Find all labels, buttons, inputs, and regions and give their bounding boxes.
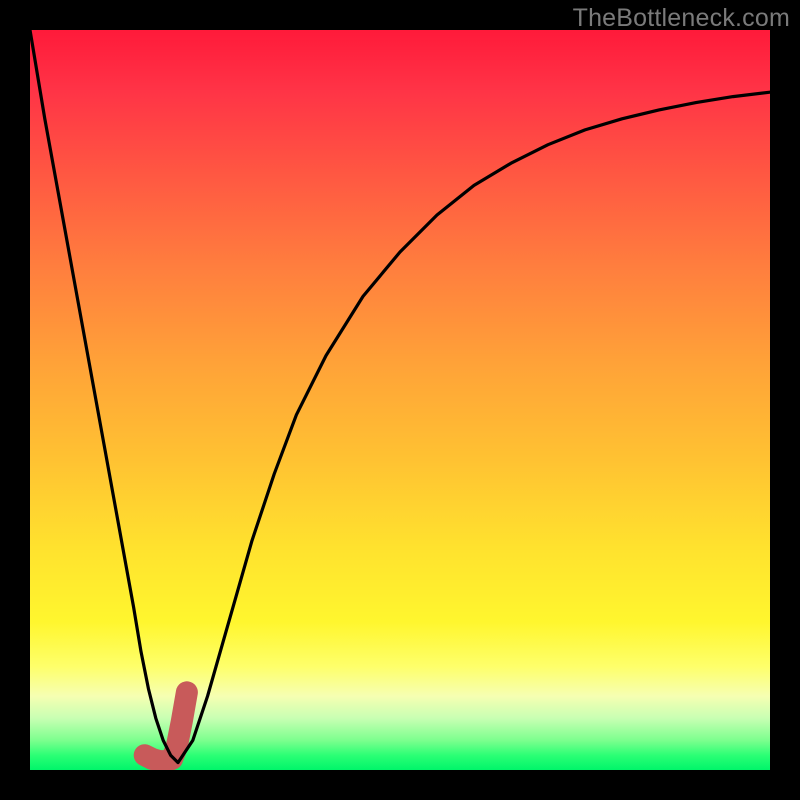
watermark-text: TheBottleneck.com xyxy=(573,4,790,33)
outer-frame: TheBottleneck.com xyxy=(0,0,800,800)
bottleneck-curve xyxy=(30,30,770,763)
chart-svg xyxy=(30,30,770,770)
plot-area xyxy=(30,30,770,770)
